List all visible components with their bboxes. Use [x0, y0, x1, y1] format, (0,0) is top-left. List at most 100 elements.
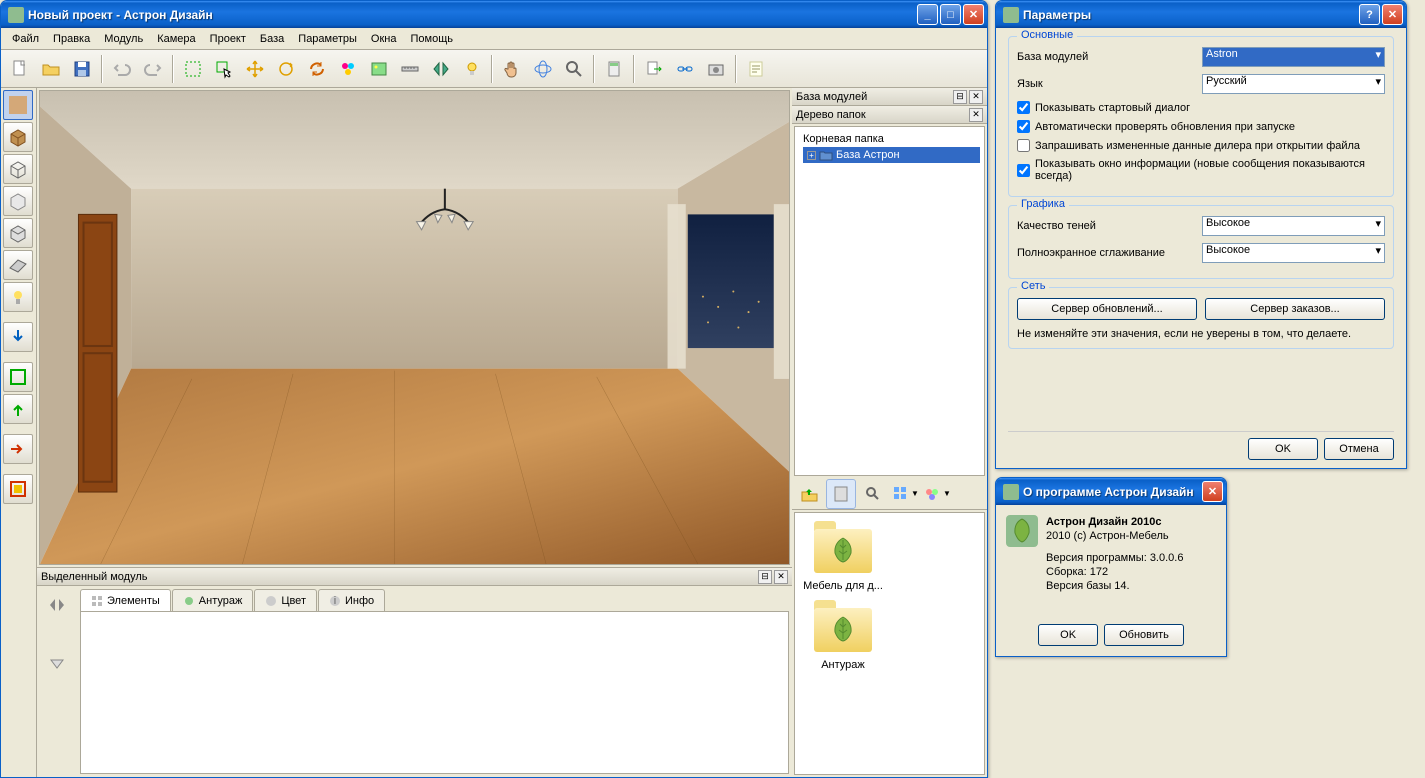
menu-windows[interactable]: Окна — [364, 30, 404, 48]
panel-close-icon[interactable]: ✕ — [969, 108, 983, 122]
network-warning: Не изменяйте эти значения, если не увере… — [1017, 328, 1385, 340]
tool-up[interactable] — [3, 394, 33, 424]
palette-button[interactable] — [333, 54, 363, 84]
tree-item-base[interactable]: + База Астрон — [803, 147, 980, 163]
ok-button[interactable]: OK — [1248, 438, 1318, 460]
minimize-button[interactable]: _ — [917, 4, 938, 25]
rotate-button[interactable] — [271, 54, 301, 84]
light-button[interactable] — [457, 54, 487, 84]
tool-green-box[interactable] — [3, 362, 33, 392]
tab-entourage[interactable]: Антураж — [172, 589, 254, 611]
tool-red-box[interactable] — [3, 474, 33, 504]
up-folder-button[interactable] — [794, 479, 824, 509]
view-mode-button[interactable]: ▼ — [890, 479, 920, 509]
main-titlebar[interactable]: Новый проект - Астрон Дизайн _ □ ✕ — [1, 1, 987, 28]
search-button[interactable] — [858, 479, 888, 509]
cancel-button[interactable]: Отмена — [1324, 438, 1394, 460]
bottom-panel-title: Выделенный модуль — [41, 571, 147, 583]
save-button[interactable] — [67, 54, 97, 84]
leaf-icon — [828, 614, 858, 644]
about-ok-button[interactable]: OK — [1038, 624, 1098, 646]
menu-file[interactable]: Файл — [5, 30, 46, 48]
shadow-select[interactable]: Высокое▾ — [1202, 216, 1385, 236]
calc-button[interactable] — [599, 54, 629, 84]
about-copyright: 2010 (с) Астрон-Мебель — [1046, 529, 1183, 543]
measure-button[interactable] — [395, 54, 425, 84]
mirror-button[interactable] — [426, 54, 456, 84]
tool-box-wire[interactable] — [3, 154, 33, 184]
menu-help[interactable]: Помощь — [403, 30, 460, 48]
camera-button[interactable] — [701, 54, 731, 84]
chk-startup[interactable] — [1017, 101, 1030, 114]
tool-plane[interactable] — [3, 250, 33, 280]
pointer-button[interactable] — [209, 54, 239, 84]
tool-box-3[interactable] — [3, 218, 33, 248]
menu-edit[interactable]: Правка — [46, 30, 97, 48]
about-titlebar[interactable]: О программе Астрон Дизайн ✕ — [996, 478, 1226, 505]
close-button[interactable]: ✕ — [1382, 4, 1403, 25]
tool-box-solid[interactable] — [3, 122, 33, 152]
notes-button[interactable] — [741, 54, 771, 84]
tool-right[interactable] — [3, 434, 33, 464]
move-button[interactable] — [240, 54, 270, 84]
open-button[interactable] — [36, 54, 66, 84]
server-updates-button[interactable]: Сервер обновлений... — [1017, 298, 1197, 320]
close-button[interactable]: ✕ — [1202, 481, 1223, 502]
thumb-entourage[interactable]: Антураж — [803, 600, 883, 671]
viewport-3d[interactable] — [39, 90, 790, 565]
menu-project[interactable]: Проект — [203, 30, 253, 48]
about-update-button[interactable]: Обновить — [1104, 624, 1184, 646]
undo-button[interactable] — [107, 54, 137, 84]
help-button[interactable]: ? — [1359, 4, 1380, 25]
new-button[interactable] — [5, 54, 35, 84]
chk-dealer[interactable] — [1017, 139, 1030, 152]
filter-button[interactable]: ▼ — [922, 479, 952, 509]
params-title: Параметры — [1023, 8, 1359, 22]
aa-select[interactable]: Высокое▾ — [1202, 243, 1385, 263]
panel-pin-icon[interactable]: ⊟ — [758, 570, 772, 584]
slider-thumb-icon[interactable] — [49, 652, 65, 672]
expand-icon[interactable]: + — [807, 151, 816, 160]
tool-light2[interactable] — [3, 282, 33, 312]
pan-button[interactable] — [497, 54, 527, 84]
tree-root[interactable]: Корневая папка — [799, 131, 980, 147]
link-button[interactable] — [670, 54, 700, 84]
picture-button[interactable] — [364, 54, 394, 84]
tool-texture[interactable] — [3, 90, 33, 120]
server-orders-button[interactable]: Сервер заказов... — [1205, 298, 1385, 320]
app-icon — [1003, 484, 1019, 500]
tab-elements[interactable]: Элементы — [80, 589, 171, 611]
panel-close-icon[interactable]: ✕ — [969, 90, 983, 104]
tool-box-2[interactable] — [3, 186, 33, 216]
panel-pin-icon[interactable]: ⊟ — [953, 90, 967, 104]
chk-updates[interactable] — [1017, 120, 1030, 133]
about-version: Версия программы: 3.0.0.6 — [1046, 551, 1183, 565]
redo-button[interactable] — [138, 54, 168, 84]
base-select[interactable]: Astron▾ — [1202, 47, 1385, 67]
app-icon — [8, 7, 24, 23]
close-button[interactable]: ✕ — [963, 4, 984, 25]
orbit-button[interactable] — [528, 54, 558, 84]
zoom-button[interactable] — [559, 54, 589, 84]
menu-params[interactable]: Параметры — [291, 30, 364, 48]
left-toolbar — [1, 88, 37, 777]
tool-down[interactable] — [3, 322, 33, 352]
view-icons-button[interactable] — [826, 479, 856, 509]
export-button[interactable] — [639, 54, 669, 84]
about-name: Астрон Дизайн 2010c — [1046, 515, 1183, 529]
menu-base[interactable]: База — [253, 30, 291, 48]
menu-module[interactable]: Модуль — [97, 30, 150, 48]
collapse-button[interactable] — [42, 590, 72, 620]
tab-info[interactable]: iИнфо — [318, 589, 385, 611]
refresh-button[interactable] — [302, 54, 332, 84]
panel-close-icon[interactable]: ✕ — [774, 570, 788, 584]
params-titlebar[interactable]: Параметры ? ✕ — [996, 1, 1406, 28]
chk-info[interactable] — [1017, 164, 1030, 177]
maximize-button[interactable]: □ — [940, 4, 961, 25]
menu-camera[interactable]: Камера — [150, 30, 202, 48]
folder-icon — [819, 149, 833, 161]
select-button[interactable] — [178, 54, 208, 84]
lang-select[interactable]: Русский▾ — [1202, 74, 1385, 94]
thumb-furniture[interactable]: Мебель для д... — [803, 521, 883, 592]
tab-color[interactable]: Цвет — [254, 589, 317, 611]
